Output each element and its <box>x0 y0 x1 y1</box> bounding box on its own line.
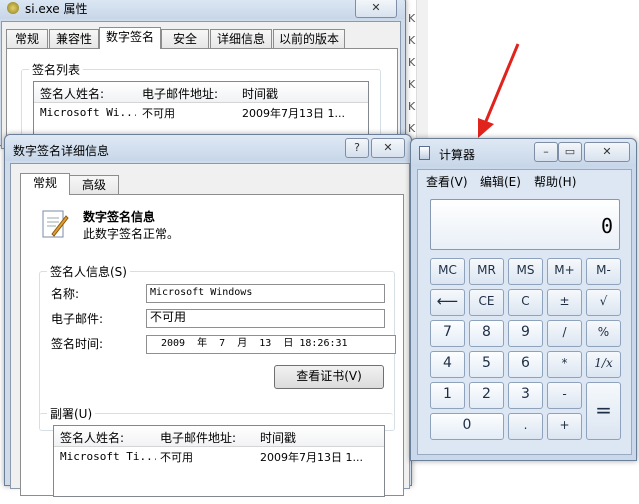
email-field[interactable]: 不可用 <box>146 309 385 328</box>
close-button[interactable]: ✕ <box>584 142 630 162</box>
calculator-app-icon <box>419 146 430 160</box>
countersigner-name: Microsoft Ti... <box>60 450 156 463</box>
signature-details-dialog: 数字签名详细信息 ? ✕ 常规 高级 数字签名信息 此数字签名正常。 签名人信息… <box>4 134 412 497</box>
column-signer[interactable]: 签名人姓名: <box>60 429 124 446</box>
signing-time-field[interactable]: 2009 年 7 月 13 日 18:26:31 <box>146 335 396 354</box>
memory-subtract-button[interactable]: M- <box>586 258 621 285</box>
digit-0-button[interactable]: 0 <box>430 413 504 440</box>
tab-previous-versions[interactable]: 以前的版本 <box>273 29 345 49</box>
signer-timestamp: 2009年7月13日 1... <box>242 107 345 120</box>
countersign-list[interactable]: 签名人姓名: 电子邮件地址: 时间戳 Microsoft Ti... 不可用 2… <box>53 425 385 497</box>
properties-client: 常规 兼容性 数字签名 安全 详细信息 以前的版本 签名列表 签名人姓名: 电子… <box>1 21 401 151</box>
calculator-title: 计算器 <box>439 148 476 162</box>
list-header: 签名人姓名: 电子邮件地址: 时间戳 <box>34 82 368 103</box>
memory-clear-button[interactable]: MC <box>430 258 465 285</box>
digit-3-button[interactable]: 3 <box>508 382 543 409</box>
column-email[interactable]: 电子邮件地址: <box>142 85 218 102</box>
tab-digital-signatures[interactable]: 数字签名 <box>99 27 161 49</box>
background-scrollbar[interactable] <box>416 0 428 140</box>
details-client: 常规 高级 数字签名信息 此数字签名正常。 签名人信息(S) 名称: Micro… <box>10 163 410 497</box>
divide-button[interactable]: / <box>547 320 582 347</box>
clear-entry-button[interactable]: CE <box>469 289 504 316</box>
add-button[interactable]: + <box>547 413 582 440</box>
list-header: 签名人姓名: 电子邮件地址: 时间戳 <box>54 426 384 447</box>
signing-time-label: 签名时间: <box>51 337 104 351</box>
decimal-button[interactable]: . <box>508 413 543 440</box>
email-label: 电子邮件: <box>51 312 104 326</box>
certificate-icon <box>40 208 70 240</box>
window-title: si.exe 属性 <box>25 2 88 16</box>
calculator-client: 查看(V) 编辑(E) 帮助(H) 0 MC MR MS M+ M- ⟵ CE … <box>417 169 632 455</box>
tab-general[interactable]: 常规 <box>6 29 48 49</box>
backspace-button[interactable]: ⟵ <box>430 289 465 316</box>
tab-compatibility[interactable]: 兼容性 <box>49 29 99 49</box>
column-timestamp[interactable]: 时间戳 <box>242 85 278 102</box>
plus-minus-button[interactable]: ± <box>547 289 582 316</box>
digit-8-button[interactable]: 8 <box>469 320 504 347</box>
subtract-button[interactable]: - <box>547 382 582 409</box>
digit-7-button[interactable]: 7 <box>430 320 465 347</box>
digit-9-button[interactable]: 9 <box>508 320 543 347</box>
menu-help[interactable]: 帮助(H) <box>534 173 576 190</box>
calculator-titlebar: 计算器 – ▭ ✕ <box>411 139 636 167</box>
tab-advanced[interactable]: 高级 <box>69 175 119 195</box>
countersign-label: 副署(U) <box>47 405 96 422</box>
memory-recall-button[interactable]: MR <box>469 258 504 285</box>
view-certificate-button[interactable]: 查看证书(V) <box>274 365 384 389</box>
clear-button[interactable]: C <box>508 289 543 316</box>
memory-add-button[interactable]: M+ <box>547 258 582 285</box>
close-button[interactable]: ✕ <box>355 0 397 18</box>
tab-details[interactable]: 详细信息 <box>210 29 272 49</box>
countersigner-email: 不可用 <box>160 451 193 464</box>
table-row[interactable]: Microsoft Wi... 不可用 2009年7月13日 1... <box>34 104 368 120</box>
close-button[interactable]: ✕ <box>371 138 405 158</box>
signer-email: 不可用 <box>142 107 175 120</box>
calculator-display: 0 <box>430 199 620 250</box>
name-label: 名称: <box>51 287 80 301</box>
column-email[interactable]: 电子邮件地址: <box>160 429 236 446</box>
column-signer[interactable]: 签名人姓名: <box>40 85 104 102</box>
red-arrow-annotation <box>478 43 520 138</box>
equals-button[interactable]: = <box>586 382 621 440</box>
properties-window: si.exe 属性 ✕ 常规 兼容性 数字签名 安全 详细信息 以前的版本 签名… <box>0 0 406 151</box>
help-button[interactable]: ? <box>345 138 369 158</box>
digit-6-button[interactable]: 6 <box>508 351 543 378</box>
signer-info-label: 签名人信息(S) <box>47 263 130 280</box>
minimize-button[interactable]: – <box>534 142 558 162</box>
details-titlebar: 数字签名详细信息 ? ✕ <box>5 135 411 161</box>
signer-name: Microsoft Wi... <box>40 106 136 119</box>
multiply-button[interactable]: * <box>547 351 582 378</box>
reciprocal-button[interactable]: 1/x <box>586 351 621 378</box>
name-field[interactable]: Microsoft Windows <box>146 284 385 303</box>
countersigner-timestamp: 2009年7月13日 1... <box>260 451 363 464</box>
signature-list-label: 签名列表 <box>29 61 84 78</box>
digit-2-button[interactable]: 2 <box>469 382 504 409</box>
properties-titlebar: si.exe 属性 ✕ <box>0 0 405 19</box>
digit-4-button[interactable]: 4 <box>430 351 465 378</box>
calculator-window: 计算器 – ▭ ✕ 查看(V) 编辑(E) 帮助(H) 0 MC MR MS M… <box>410 138 637 461</box>
square-root-button[interactable]: √ <box>586 289 621 316</box>
memory-store-button[interactable]: MS <box>508 258 543 285</box>
maximize-button[interactable]: ▭ <box>558 142 582 162</box>
percent-button[interactable]: % <box>586 320 621 347</box>
info-status: 此数字签名正常。 <box>83 227 180 241</box>
tab-general[interactable]: 常规 <box>20 173 70 195</box>
menu-view[interactable]: 查看(V) <box>426 173 468 190</box>
digit-5-button[interactable]: 5 <box>469 351 504 378</box>
digit-1-button[interactable]: 1 <box>430 382 465 409</box>
info-title: 数字签名信息 <box>83 210 156 224</box>
dialog-title: 数字签名详细信息 <box>13 144 110 158</box>
table-row[interactable]: Microsoft Ti... 不可用 2009年7月13日 1... <box>54 448 384 464</box>
general-tab-panel: 数字签名信息 此数字签名正常。 签名人信息(S) 名称: Microsoft W… <box>20 194 404 497</box>
column-timestamp[interactable]: 时间戳 <box>260 429 296 446</box>
menu-edit[interactable]: 编辑(E) <box>480 173 521 190</box>
display-value: 0 <box>600 214 613 238</box>
tab-security[interactable]: 安全 <box>161 29 209 49</box>
app-icon <box>7 2 19 14</box>
